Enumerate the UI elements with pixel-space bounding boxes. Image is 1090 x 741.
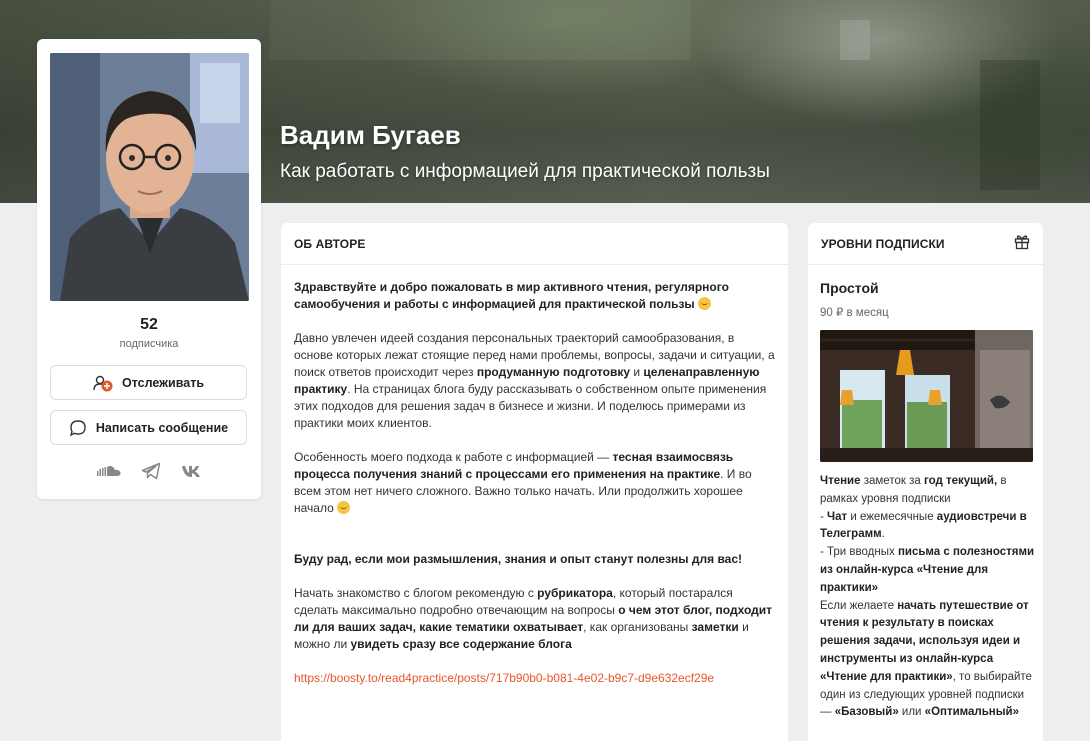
send-message-label: Написать сообщение bbox=[95, 420, 229, 435]
smile-emoji-icon bbox=[698, 297, 711, 310]
chat-icon bbox=[69, 419, 87, 437]
tiers-heading: УРОВНИ ПОДПИСКИ bbox=[821, 236, 945, 251]
about-paragraph: Начать знакомство с блогом рекомендую с … bbox=[294, 586, 772, 651]
follow-button[interactable]: Отслеживать bbox=[50, 365, 247, 400]
profile-card: 52 подписчика Отслеживать Написать сообщ… bbox=[37, 39, 261, 499]
telegram-icon[interactable] bbox=[141, 462, 161, 480]
tier-description: Чтение заметок за год текущий, в рамках … bbox=[820, 475, 1035, 719]
smile-emoji-icon bbox=[337, 501, 351, 514]
follow-icon bbox=[93, 374, 113, 392]
about-intro: Здравствуйте и добро пожаловать в мир ак… bbox=[294, 280, 729, 311]
send-message-button[interactable]: Написать сообщение bbox=[50, 410, 247, 445]
post-link[interactable]: https://boosty.to/read4practice/posts/71… bbox=[294, 671, 714, 685]
vk-icon[interactable] bbox=[181, 464, 201, 478]
follow-label: Отслеживать bbox=[121, 375, 205, 390]
about-paragraph: Буду рад, если мои размышления, знания и… bbox=[294, 552, 743, 566]
subscription-tiers-card: УРОВНИ ПОДПИСКИ Простой 90 ₽ в месяц Чте… bbox=[808, 223, 1043, 741]
social-links bbox=[37, 462, 261, 480]
subscribers-label: подписчика bbox=[119, 338, 179, 350]
subscribers-count: 52 bbox=[140, 316, 158, 333]
about-paragraph: Давно увлечен идеей создания персональны… bbox=[294, 331, 775, 430]
avatar bbox=[50, 53, 249, 301]
about-text: Здравствуйте и добро пожаловать в мир ак… bbox=[281, 265, 788, 687]
tier-price: 90 ₽ в месяц bbox=[820, 307, 889, 319]
about-author-card: ОБ АВТОРЕ Здравствуйте и добро пожаловат… bbox=[281, 223, 788, 741]
about-paragraph: Особенность моего подхода к работе с инф… bbox=[294, 450, 752, 515]
soundcloud-icon[interactable] bbox=[97, 465, 121, 477]
tier-name: Простой bbox=[820, 280, 879, 296]
gift-icon[interactable] bbox=[1014, 234, 1030, 253]
about-heading: ОБ АВТОРЕ bbox=[281, 223, 788, 265]
author-name: Вадим Бугаев bbox=[280, 120, 461, 150]
tier-image bbox=[820, 330, 1033, 462]
blog-tagline: Как работать с информацией для практичес… bbox=[280, 161, 770, 182]
